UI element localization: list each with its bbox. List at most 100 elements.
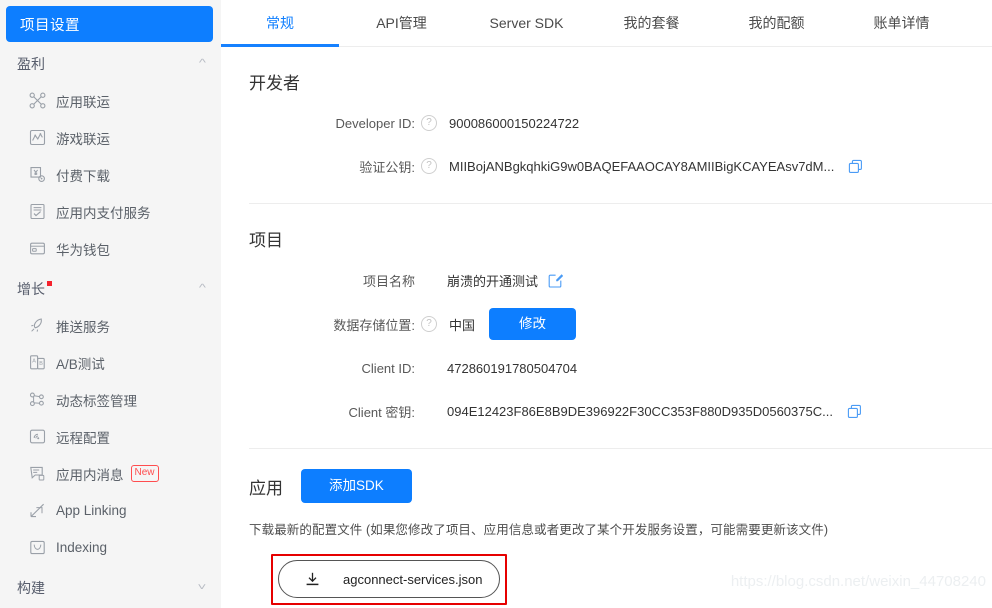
download-icon: [293, 571, 331, 588]
help-icon[interactable]: ?: [421, 158, 437, 174]
remote-config-icon: [27, 427, 47, 447]
project-name-label: 项目名称: [362, 273, 415, 289]
paid-download-icon: [27, 165, 47, 185]
sidebar-item-game-joint-operation[interactable]: 游戏联运: [0, 119, 221, 156]
svg-text:B: B: [39, 361, 43, 367]
sidebar: 项目设置 盈利 ^ 应用联运 游戏联运 付费下载 应用内支付服务 华为钱包 增长…: [0, 0, 221, 608]
help-icon[interactable]: ?: [421, 316, 437, 332]
sidebar-item-app-linking[interactable]: App Linking: [0, 492, 221, 529]
section-project: 项目 项目名称 崩溃的开通测试 数据存储位置: ? 中国 修改 Client I…: [249, 204, 992, 449]
sidebar-group-build: 构建 ˅: [0, 570, 221, 606]
client-id-value: 472860191780504704: [447, 360, 578, 376]
ab-testing-icon: A B: [27, 353, 47, 373]
chevron-up-icon: ^: [199, 283, 207, 294]
tab-my-quota[interactable]: 我的配额: [714, 0, 839, 46]
sidebar-group-header-monetize[interactable]: 盈利 ^: [0, 46, 221, 82]
tab-label: Server SDK: [489, 15, 564, 31]
dynamic-tag-manager-icon: [27, 390, 47, 410]
indexing-icon: [27, 538, 47, 558]
sidebar-item-label: 应用内支付服务: [56, 205, 151, 221]
sidebar-item-huawei-wallet[interactable]: 华为钱包: [0, 230, 221, 267]
sidebar-group-growth: 增长 ^ 推送服务 A B A/B测试 动态标签管理 远程配置 应用内消息 Ne…: [0, 271, 221, 566]
sidebar-group-header-build[interactable]: 构建 ˅: [0, 570, 221, 606]
tab-api-management[interactable]: API管理: [339, 0, 464, 46]
public-key-value: MIIBojANBgkqhkiG9w0BAQEFAAOCAY8AMIIBigKC…: [449, 158, 835, 174]
sidebar-item-indexing[interactable]: Indexing: [0, 529, 221, 566]
sidebar-item-label: 应用联运: [56, 94, 110, 110]
in-app-messaging-icon: [27, 464, 47, 484]
huawei-wallet-icon: [27, 239, 47, 259]
application-header: 应用 添加SDK: [249, 449, 982, 509]
public-key-label: 验证公钥:: [359, 159, 415, 175]
modify-button[interactable]: 修改: [489, 308, 577, 340]
row-developer-id: Developer ID: ? 900086000150224722: [249, 108, 982, 138]
edit-icon[interactable]: [548, 273, 564, 288]
download-button-label: agconnect-services.json: [343, 571, 483, 587]
sidebar-item-dynamic-tag-manager[interactable]: 动态标签管理: [0, 381, 221, 418]
chevron-down-icon: ˅: [197, 582, 207, 593]
download-highlight-box: agconnect-services.json: [271, 554, 507, 605]
sidebar-item-remote-config[interactable]: 远程配置: [0, 418, 221, 455]
copy-icon[interactable]: [847, 404, 862, 419]
app-linking-icon: [27, 501, 47, 521]
sidebar-item-in-app-messaging[interactable]: 应用内消息 New: [0, 455, 221, 492]
chevron-up-icon: ^: [199, 58, 207, 69]
client-secret-value: 094E12423F86E8B9DE396922F30CC353F880D935…: [447, 403, 833, 419]
sidebar-item-ab-testing[interactable]: A B A/B测试: [0, 344, 221, 381]
sidebar-group-title: 增长: [17, 281, 45, 297]
section-title-application: 应用: [249, 478, 283, 498]
sidebar-group-title: 盈利: [17, 56, 45, 72]
download-config-file-button[interactable]: agconnect-services.json: [278, 560, 500, 598]
tab-general[interactable]: 常规: [221, 0, 339, 47]
sidebar-item-label: 推送服务: [56, 319, 110, 335]
section-application: 应用 添加SDK 下载最新的配置文件 (如果您修改了项目、应用信息或者更改了某个…: [249, 449, 992, 608]
section-title-developer: 开发者: [249, 74, 300, 93]
tab-label: 我的套餐: [623, 15, 680, 31]
add-sdk-button[interactable]: 添加SDK: [301, 469, 412, 503]
sidebar-group-title: 构建: [17, 580, 45, 596]
sidebar-item-label: App Linking: [56, 503, 127, 518]
in-app-purchase-icon: [27, 202, 47, 222]
tab-label: API管理: [376, 15, 427, 31]
row-data-storage-location: 数据存储位置: ? 中国 修改: [249, 308, 982, 340]
app-joint-operation-icon: [27, 91, 47, 111]
tab-label: 常规: [266, 15, 294, 31]
page-root: 项目设置 盈利 ^ 应用联运 游戏联运 付费下载 应用内支付服务 华为钱包 增长…: [0, 0, 992, 608]
sidebar-item-app-joint-operation[interactable]: 应用联运: [0, 82, 221, 119]
tab-label: 账单详情: [873, 15, 930, 31]
sidebar-item-label: A/B测试: [56, 356, 105, 372]
main-content: 常规 API管理 Server SDK 我的套餐 我的配额 账单详情 开发者 D…: [221, 0, 992, 608]
sidebar-item-label: 动态标签管理: [56, 393, 137, 409]
tab-bar: 常规 API管理 Server SDK 我的套餐 我的配额 账单详情: [221, 0, 992, 47]
tab-my-package[interactable]: 我的套餐: [589, 0, 714, 46]
section-title-project: 项目: [249, 231, 283, 250]
row-client-secret: Client 密钥: 094E12423F86E8B9DE396922F30CC…: [249, 396, 982, 426]
sidebar-item-in-app-purchase[interactable]: 应用内支付服务: [0, 193, 221, 230]
sidebar-item-push-kit[interactable]: 推送服务: [0, 307, 221, 344]
row-client-id: Client ID: 472860191780504704: [249, 353, 982, 383]
sidebar-header-project-settings[interactable]: 项目设置: [6, 6, 213, 42]
sidebar-item-label: 应用内消息: [56, 467, 124, 483]
developer-id-value: 900086000150224722: [449, 115, 580, 131]
data-location-label: 数据存储位置:: [333, 317, 415, 333]
tab-server-sdk[interactable]: Server SDK: [464, 0, 589, 46]
sidebar-group-header-growth[interactable]: 增长 ^: [0, 271, 221, 307]
tab-label: 我的配额: [748, 15, 805, 31]
svg-text:A: A: [32, 358, 36, 364]
game-joint-operation-icon: [27, 128, 47, 148]
sidebar-header-title: 项目设置: [20, 17, 80, 34]
row-project-name: 项目名称 崩溃的开通测试: [249, 265, 982, 295]
tab-billing-details[interactable]: 账单详情: [839, 0, 964, 46]
config-file-hint: 下载最新的配置文件 (如果您修改了项目、应用信息或者更改了某个开发服务设置，可能…: [249, 523, 829, 537]
sidebar-item-label: 远程配置: [56, 430, 110, 446]
client-secret-label: Client 密钥:: [348, 404, 415, 420]
help-icon[interactable]: ?: [421, 115, 437, 131]
sidebar-item-paid-download[interactable]: 付费下载: [0, 156, 221, 193]
sidebar-item-label: Indexing: [56, 540, 108, 555]
status-badge-new: New: [130, 465, 159, 482]
sidebar-item-label: 游戏联运: [56, 131, 110, 147]
copy-icon[interactable]: [848, 159, 863, 174]
sidebar-item-label: 付费下载: [56, 168, 110, 184]
developer-id-label: Developer ID:: [335, 115, 415, 131]
push-kit-icon: [27, 316, 47, 336]
